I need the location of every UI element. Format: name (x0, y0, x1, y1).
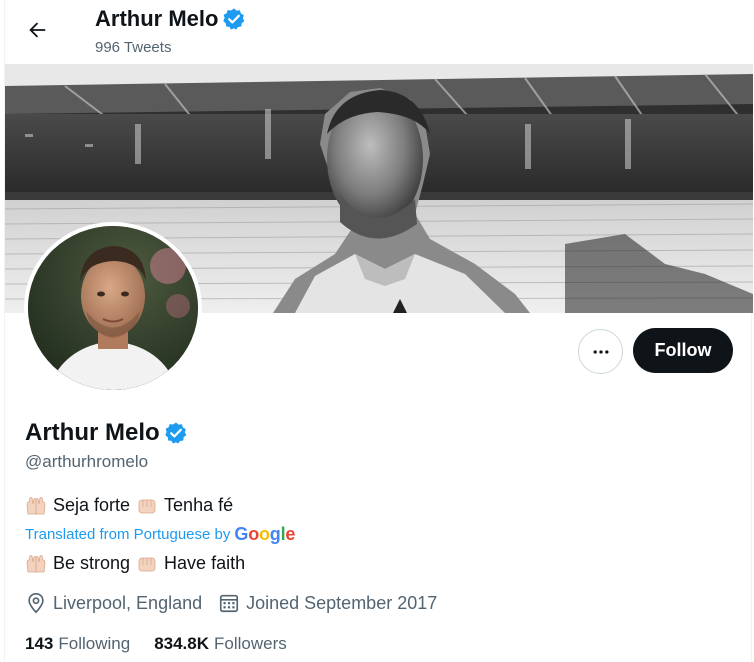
translated-part-1: Be strong (53, 553, 131, 573)
google-logo: Google (234, 524, 296, 544)
following-label: Following (58, 634, 131, 653)
location-text: Liverpool, England (53, 592, 203, 613)
followers-link[interactable]: 834.8K Followers (154, 634, 287, 654)
more-button[interactable] (578, 329, 623, 374)
translated-label: Translated from Portuguese by (25, 526, 231, 543)
header-title: Arthur Melo (95, 6, 246, 32)
more-horizontal-icon (593, 349, 608, 354)
bio-part-2: Tenha fé (164, 495, 234, 515)
raised-hands-emoji (26, 554, 46, 572)
translated-bio: Be strong Have faith (25, 553, 245, 574)
fist-emoji (138, 499, 156, 513)
profile-name: Arthur Melo (25, 419, 188, 447)
following-link[interactable]: 143 Following (25, 634, 130, 654)
translated-part-2: Have faith (164, 553, 246, 573)
profile-page: Arthur Melo 996 Tweets Follow Arthur Mel… (4, 0, 753, 662)
verified-badge-icon[interactable] (164, 421, 188, 445)
raised-hands-emoji (26, 496, 46, 514)
arrow-left-icon (29, 22, 46, 38)
fist-emoji (138, 557, 156, 571)
profile-handle: @arthurhromelo (25, 452, 149, 471)
profile-bio: Seja forte Tenha fé (25, 495, 233, 516)
followers-count: 834.8K (154, 634, 210, 653)
verified-badge-icon (223, 8, 245, 30)
header-name-text: Arthur Melo (95, 6, 219, 31)
location-pin-icon (28, 593, 44, 614)
join-date-text: Joined September 2017 (246, 592, 438, 613)
calendar-icon (220, 594, 239, 613)
location: Liverpool, England (25, 592, 202, 614)
join-date: Joined September 2017 (218, 592, 437, 614)
avatar[interactable] (24, 222, 202, 394)
profile-name-text: Arthur Melo (25, 419, 160, 446)
bio-part-1: Seja forte (53, 495, 131, 515)
follow-stats: 143 Following 834.8K Followers (25, 634, 287, 654)
back-button[interactable] (19, 12, 55, 48)
profile-header: Arthur Melo 996 Tweets (5, 0, 753, 64)
following-count: 143 (25, 634, 54, 653)
tweet-count: 996 Tweets (95, 39, 172, 56)
translated-notice[interactable]: Translated from Portuguese by Google (25, 524, 295, 545)
follow-button[interactable]: Follow (633, 328, 733, 373)
avatar-image (28, 226, 198, 390)
profile-meta: Liverpool, England Joined September 2017 (25, 592, 453, 614)
followers-label: Followers (214, 634, 287, 653)
